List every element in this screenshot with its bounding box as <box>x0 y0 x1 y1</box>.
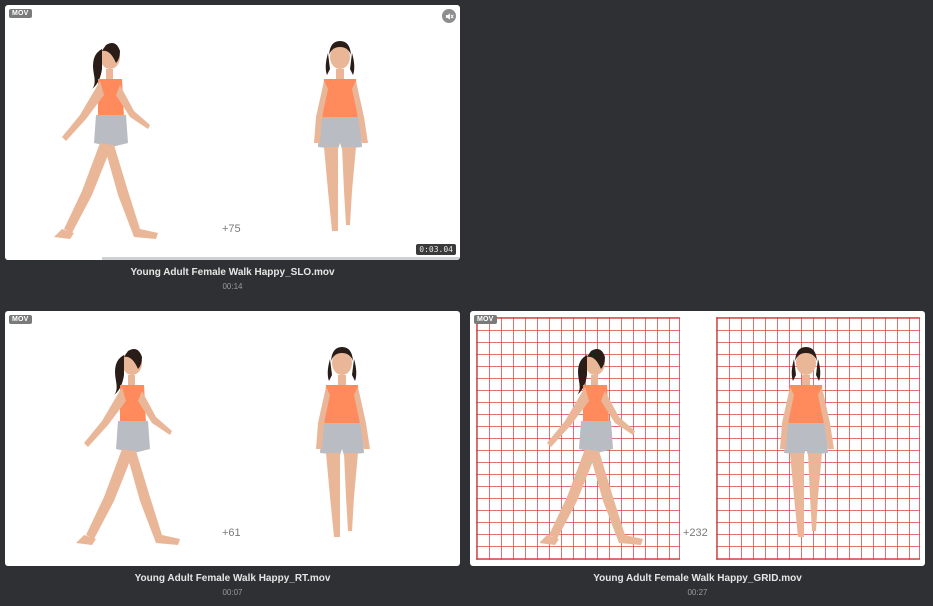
video-tile-slo[interactable]: MOV +75 0:03.04 Young Adult Female Walk … <box>5 5 460 291</box>
video-title: Young Adult Female Walk Happy_GRID.mov <box>593 573 802 584</box>
format-badge: MOV <box>474 315 497 324</box>
video-duration: 00:14 <box>222 282 243 291</box>
frame-counter: +61 <box>222 527 241 539</box>
frame-counter: +232 <box>683 527 708 539</box>
format-badge: MOV <box>9 9 32 18</box>
playback-timecode: 0:03.04 <box>416 244 456 255</box>
video-thumbnail[interactable]: MOV +75 0:03.04 <box>5 5 460 260</box>
video-thumbnail[interactable]: MOV +232 <box>470 311 925 566</box>
speaker-muted-icon[interactable] <box>442 9 456 23</box>
video-title: Young Adult Female Walk Happy_RT.mov <box>134 573 331 584</box>
format-badge: MOV <box>9 315 32 324</box>
video-tile-rt[interactable]: MOV +61 Young Adult Female Walk Happy_RT… <box>5 311 460 597</box>
video-thumbnail[interactable]: MOV +61 <box>5 311 460 566</box>
walker-side-figure <box>54 43 158 239</box>
video-tile-grid[interactable]: MOV +232 Young Adult Female Walk Happy_G… <box>470 311 925 597</box>
walker-front-figure <box>780 347 834 537</box>
video-duration: 00:27 <box>687 588 708 597</box>
scrub-bar[interactable] <box>102 257 460 260</box>
video-duration: 00:07 <box>222 588 243 597</box>
frame-counter: +75 <box>222 223 241 235</box>
video-title: Young Adult Female Walk Happy_SLO.mov <box>130 267 335 278</box>
walker-front-figure <box>314 41 368 231</box>
walker-front-figure <box>316 347 370 537</box>
walker-side-figure <box>76 349 180 545</box>
walker-side-figure <box>540 349 643 545</box>
